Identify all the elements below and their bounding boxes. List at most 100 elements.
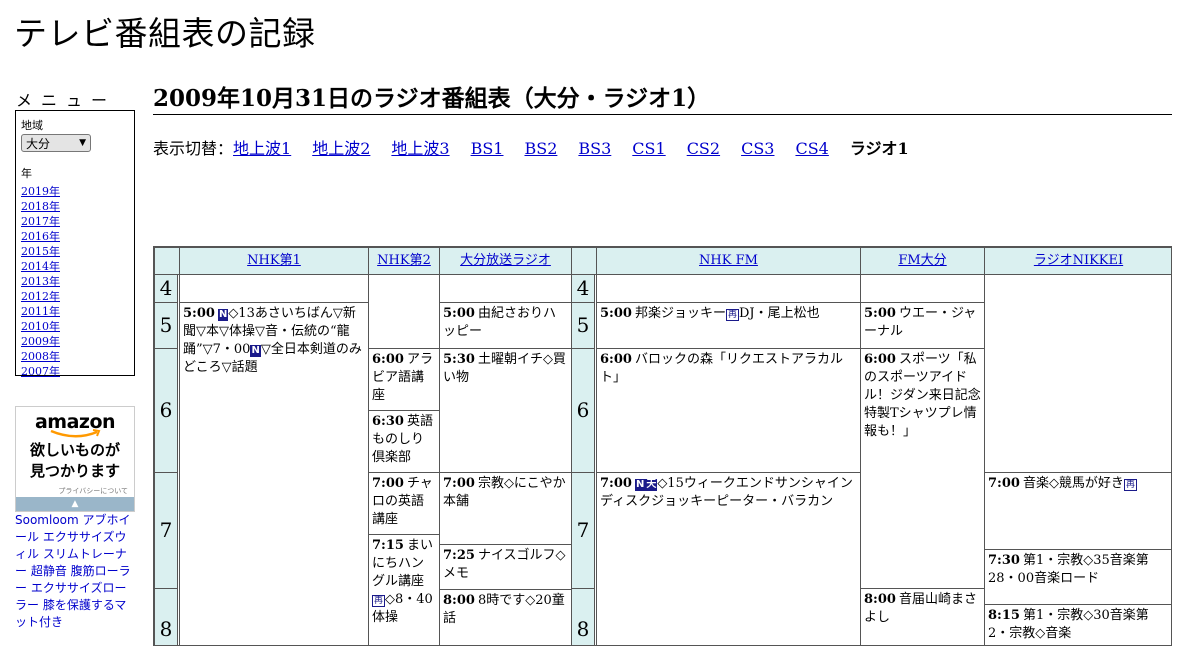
program-time: 5:00 (183, 306, 215, 321)
year-list: 2019年 2018年 2017年 2016年 2015年 2014年 2013… (21, 184, 129, 379)
program-time: 6:30 (372, 414, 404, 429)
switch-link-bs1[interactable]: BS1 (471, 139, 504, 158)
program-time: 7:25 (443, 548, 475, 563)
channel-link[interactable]: FM大分 (898, 253, 946, 268)
program-cell-empty (368, 274, 440, 349)
menu-heading: メニュー (16, 91, 117, 110)
region-select-value: 大分 (26, 136, 51, 151)
year-link[interactable]: 2019年 (21, 185, 60, 198)
program-time: 8:00 (864, 592, 896, 607)
channel-link[interactable]: ラジオNIKKEI (1034, 253, 1123, 268)
channel-header-nhkfm: NHK FM (596, 247, 861, 275)
chevron-down-icon: ▼ (79, 138, 86, 148)
switch-link-bs2[interactable]: BS2 (524, 139, 557, 158)
program-cell[interactable]: 7:00 宗教◇にこやか本舗 (439, 472, 572, 545)
grid-corner (571, 247, 597, 275)
program-title: バロックの森「リクエストアラカルト」 (600, 352, 843, 385)
program-cell[interactable]: 7:00 N 天◇15ウィークエンドサンシャイン ディスクジョッキーピーター・バラカ… (596, 472, 861, 645)
channel-link[interactable]: NHK第1 (247, 253, 301, 268)
program-cell[interactable]: 6:00 アラビア語講座 (368, 348, 440, 411)
rerun-mark-icon: 再 (372, 595, 386, 607)
program-time: 5:30 (443, 352, 475, 367)
region-select[interactable]: 大分 ▼ (21, 134, 91, 152)
rerun-mark-icon: 再 (1123, 479, 1137, 491)
program-time: 6:00 (600, 352, 632, 367)
hour-label: 7 (571, 472, 595, 589)
program-cell[interactable]: 5:00 由紀さおりハッピー (439, 302, 572, 349)
region-label: 地域 (21, 119, 43, 132)
switch-current-radio-1: ラジオ1 (849, 139, 909, 158)
year-link[interactable]: 2015年 (21, 245, 60, 258)
ad-product-text[interactable]: Soomloom アブホイール エクササイズウィル スリムトレーナー 超静音 腹… (15, 513, 131, 629)
switch-link-cs3[interactable]: CS3 (741, 139, 774, 158)
program-time: 5:00 (600, 306, 632, 321)
switch-link-cs4[interactable]: CS4 (795, 139, 828, 158)
program-time: 5:00 (443, 306, 475, 321)
year-link[interactable]: 2013年 (21, 275, 60, 288)
program-time: 6:00 (372, 352, 404, 367)
hour-label: 5 (571, 302, 595, 349)
program-cell[interactable]: 7:25 ナイスゴルフ◇メモ (439, 544, 572, 590)
program-cell[interactable]: 6:00 バロックの森「リクエストアラカルト」 (596, 348, 861, 473)
menu-box: 地域 大分 ▼ 年 2019年 2018年 2017年 2016年 2015年 … (15, 110, 135, 379)
year-link[interactable]: 2016年 (21, 230, 60, 243)
program-cell[interactable]: 7:30 第1・宗教◇35音楽第28・00音楽ロード (984, 549, 1171, 605)
year-link[interactable]: 2011年 (21, 305, 60, 318)
grid-corner (154, 247, 180, 275)
program-cell[interactable]: 8:00 8時です◇20童話 (439, 589, 572, 645)
rerun-mark-icon: 再 (725, 309, 739, 321)
chevron-up-icon: ▲ (71, 499, 79, 509)
ad-privacy-link[interactable]: プライバシーについて (58, 486, 128, 496)
channel-header-nikkei: ラジオNIKKEI (984, 247, 1171, 275)
program-cell[interactable]: 7:00 チャロの英語講座 (368, 472, 440, 535)
year-label: 年 (21, 167, 32, 180)
news-mark-icon: N (217, 309, 229, 321)
program-cell[interactable]: 6:00 スポーツ「私のスポーツアイドル！ジダン来日記念特製Tシャツプレ情報も！」 (860, 348, 985, 589)
switch-link-terrestrial-3[interactable]: 地上波3 (391, 139, 449, 158)
news-mark-icon: N (634, 479, 646, 491)
switch-link-terrestrial-1[interactable]: 地上波1 (233, 139, 291, 158)
switch-link-cs2[interactable]: CS2 (687, 139, 720, 158)
program-cell[interactable]: 5:00 ウエー・ジャーナル (860, 302, 985, 349)
program-cell[interactable]: 5:30 土曜朝イチ◇買い物 (439, 348, 572, 473)
program-time: 7:00 (600, 476, 632, 491)
channel-link[interactable]: 大分放送ラジオ (460, 253, 551, 268)
program-grid: NHK第1 NHK第2 大分放送ラジオ NHK FM FM大分 ラジオNIKKE… (153, 246, 1172, 646)
ad-product-link[interactable]: Soomloom アブホイール エクササイズウィル スリムトレーナー 超静音 腹… (15, 512, 137, 631)
weather-mark-icon: 天 (645, 479, 658, 491)
ad-expand-bar[interactable]: ▲ (16, 497, 134, 511)
hour-label: 5 (154, 302, 178, 349)
channel-header-obs: 大分放送ラジオ (439, 247, 572, 275)
channel-link[interactable]: NHK第2 (377, 253, 431, 268)
program-cell[interactable]: 7:00 音楽◇競馬が好き再 (984, 472, 1171, 550)
hour-label: 6 (154, 348, 178, 473)
year-link[interactable]: 2008年 (21, 350, 60, 363)
program-time: 7:00 (443, 476, 475, 491)
program-cell[interactable]: 6:30 英語ものしり倶楽部 (368, 410, 440, 473)
year-link[interactable]: 2017年 (21, 215, 60, 228)
year-link[interactable]: 2007年 (21, 365, 60, 378)
program-cell[interactable]: 7:15 まいにちハングル講座再 ◇8・40体操 (368, 534, 440, 645)
year-link[interactable]: 2010年 (21, 320, 60, 333)
program-title: 音楽◇競馬が好き (1022, 476, 1124, 491)
hour-label: 8 (154, 588, 178, 645)
amazon-ad[interactable]: amazon 欲しいものが 見つかります プライバシーについて ▲ (15, 406, 135, 512)
program-cell[interactable]: 8:15 第1・宗教◇30音楽第2・宗教◇音楽 (984, 604, 1171, 645)
year-link[interactable]: 2012年 (21, 290, 60, 303)
program-cell-empty (596, 274, 861, 303)
program-time: 7:00 (988, 476, 1020, 491)
switch-link-cs1[interactable]: CS1 (632, 139, 665, 158)
program-cell[interactable]: 5:00 N◇13あさいちばん▽新聞▽本▽体操▽音・伝統の“龍踊”▽7・00N▽全… (179, 302, 369, 645)
year-link[interactable]: 2018年 (21, 200, 60, 213)
hour-label: 6 (571, 348, 595, 473)
program-time: 6:00 (864, 352, 896, 367)
year-link[interactable]: 2014年 (21, 260, 60, 273)
switch-link-bs3[interactable]: BS3 (578, 139, 611, 158)
program-cell-empty (439, 274, 572, 303)
switch-link-terrestrial-2[interactable]: 地上波2 (312, 139, 370, 158)
program-cell[interactable]: 5:00 邦楽ジョッキー再 DJ・尾上松也 (596, 302, 861, 349)
channel-link[interactable]: NHK FM (699, 253, 758, 268)
program-cell[interactable]: 8:00 音届山崎まさよし (860, 588, 985, 645)
year-link[interactable]: 2009年 (21, 335, 60, 348)
hour-label: 4 (154, 274, 178, 303)
